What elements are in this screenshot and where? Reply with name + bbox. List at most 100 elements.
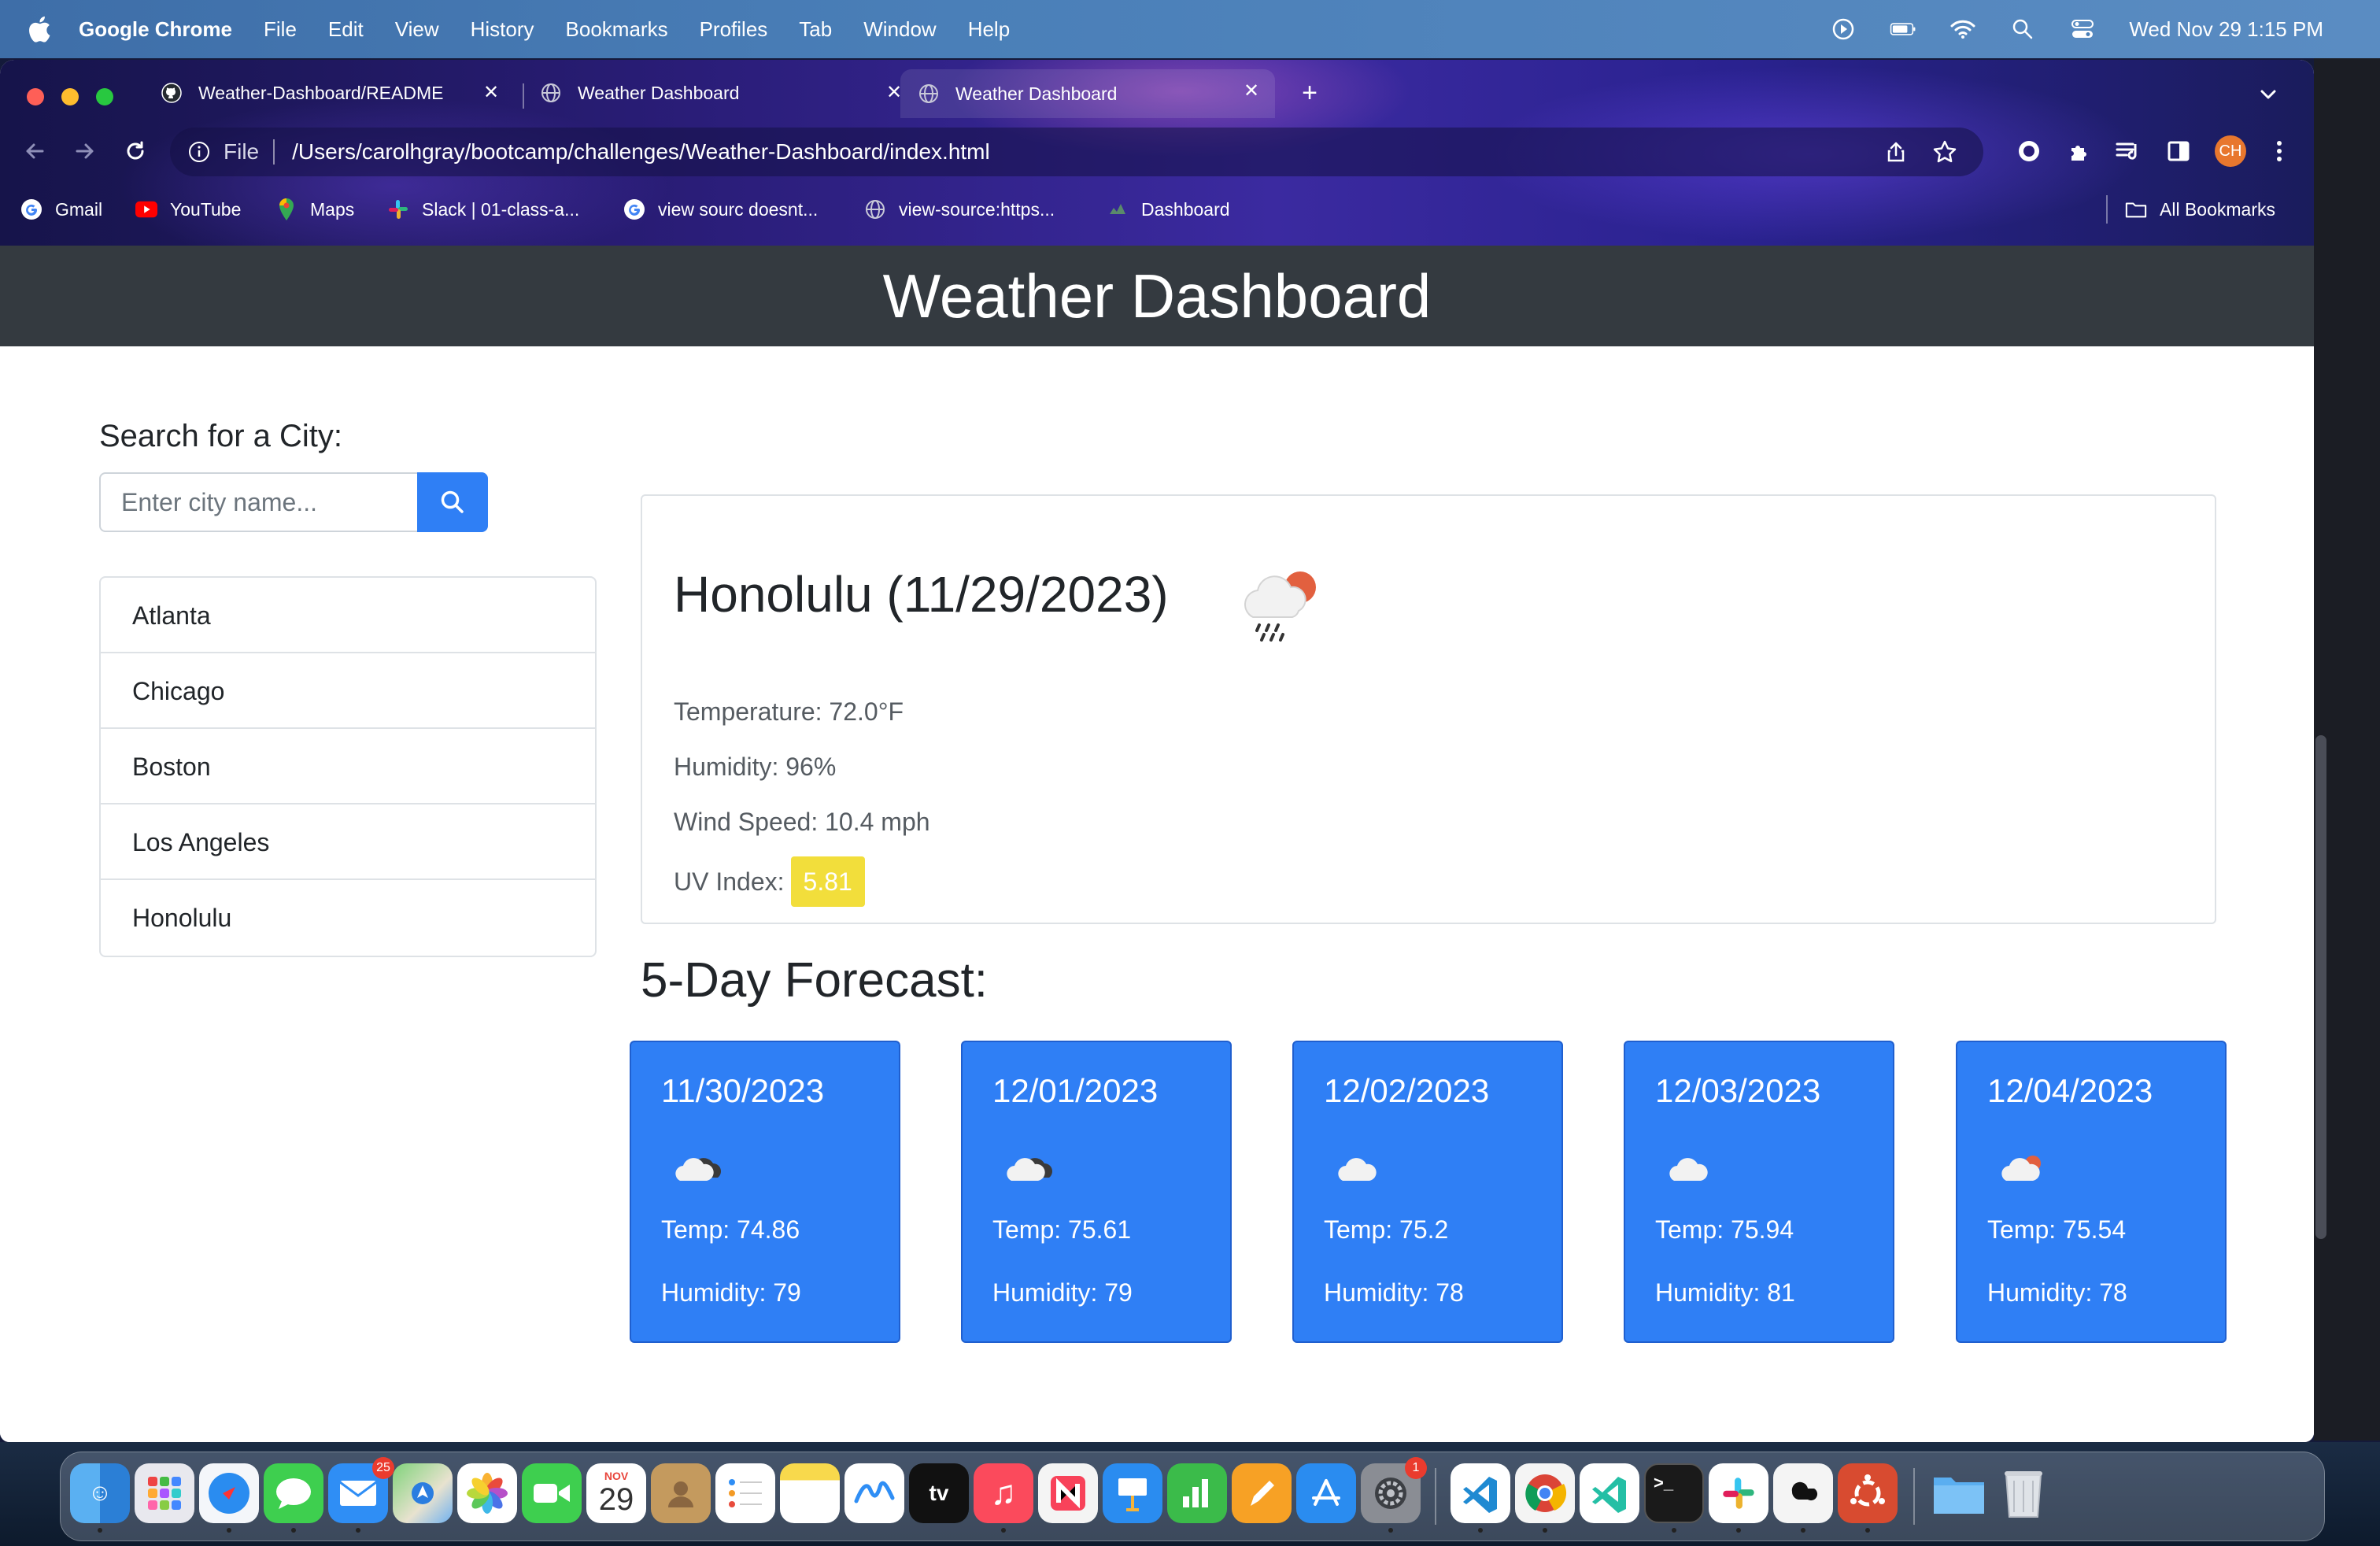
play-icon[interactable] — [1830, 17, 1857, 41]
safari-icon[interactable] — [199, 1463, 259, 1523]
address-url[interactable]: /Users/carolhgray/bootcamp/challenges/We… — [292, 139, 990, 165]
news-icon[interactable] — [1038, 1463, 1098, 1523]
calendar-icon[interactable]: NOV 29 — [586, 1463, 646, 1523]
menu-bookmarks[interactable]: Bookmarks — [566, 17, 668, 42]
menu-file[interactable]: File — [264, 17, 297, 42]
running-indicator — [1388, 1528, 1393, 1533]
uv-badge: 5.81 — [790, 856, 865, 907]
tab-weather-dashboard-1[interactable]: Weather Dashboard ✕ — [540, 71, 918, 115]
trash-icon[interactable] — [1994, 1463, 2053, 1523]
facetime-icon[interactable] — [522, 1463, 582, 1523]
github-desktop-icon[interactable] — [1773, 1463, 1833, 1523]
photos-icon[interactable] — [457, 1463, 517, 1523]
launchpad-icon[interactable] — [135, 1463, 194, 1523]
city-item-chicago[interactable]: Chicago — [101, 653, 595, 729]
menu-clock[interactable]: Wed Nov 29 1:15 PM — [2129, 17, 2323, 42]
city-item-boston[interactable]: Boston — [101, 729, 595, 804]
vscode-icon[interactable] — [1451, 1463, 1510, 1523]
window-zoom-button[interactable] — [96, 88, 113, 105]
bookmark-dashboard[interactable]: Dashboard — [1107, 197, 1230, 222]
chrome-menu-kebab-icon[interactable] — [2265, 137, 2293, 165]
broken-clouds-icon — [675, 1158, 721, 1181]
slack-icon[interactable] — [1709, 1463, 1768, 1523]
bookmark-view-source[interactable]: view-source:https... — [864, 197, 1055, 222]
ubuntu-icon[interactable] — [1838, 1463, 1898, 1523]
reminders-icon[interactable] — [715, 1463, 775, 1523]
mail-badge: 25 — [372, 1457, 394, 1479]
extensions-puzzle-icon[interactable] — [2065, 137, 2094, 165]
bookmark-maps[interactable]: Maps — [275, 197, 354, 222]
site-info-icon[interactable] — [187, 140, 211, 164]
menu-tab[interactable]: Tab — [799, 17, 832, 42]
tab-weather-dashboard-active[interactable]: Weather Dashboard ✕ — [900, 69, 1275, 118]
side-panel-icon[interactable] — [2164, 137, 2193, 165]
broken-clouds-icon — [1007, 1158, 1052, 1181]
current-weather-card: Honolulu (11/29/2023) Temperature: 72.0°… — [641, 494, 2216, 924]
tab-search-chevron-icon[interactable] — [2254, 80, 2282, 109]
battery-icon[interactable] — [1890, 17, 1916, 41]
youtube-icon — [135, 198, 157, 220]
terminal-icon[interactable]: >_ — [1644, 1463, 1704, 1523]
forecast-date: 12/01/2023 — [992, 1072, 1159, 1109]
window-close-button[interactable] — [27, 88, 44, 105]
vscode-insiders-icon[interactable] — [1580, 1463, 1639, 1523]
keynote-icon[interactable] — [1103, 1463, 1162, 1523]
tv-icon[interactable]: tv — [909, 1463, 969, 1523]
tab-close-icon[interactable]: ✕ — [1240, 80, 1262, 102]
current-uv-index: UV Index: 5.81 — [674, 856, 865, 907]
city-item-honolulu[interactable]: Honolulu — [101, 880, 595, 956]
menu-profiles[interactable]: Profiles — [700, 17, 768, 42]
extension-circle-icon[interactable] — [2015, 137, 2043, 165]
bookmark-view-sourc[interactable]: view sourc doesnt... — [623, 197, 818, 222]
bookmark-star-icon[interactable] — [1931, 139, 1958, 165]
background-window-scrollbar[interactable] — [2315, 735, 2326, 1239]
app-store-icon[interactable] — [1296, 1463, 1356, 1523]
city-item-atlanta[interactable]: Atlanta — [101, 578, 595, 653]
search-button[interactable] — [417, 472, 488, 532]
page-header: Weather Dashboard — [0, 246, 2314, 346]
forecast-temp: Temp: 75.54 — [1987, 1215, 2127, 1244]
spotlight-search-icon[interactable] — [2009, 17, 2036, 41]
bookmark-youtube[interactable]: YouTube — [135, 197, 241, 222]
tab-close-icon[interactable]: ✕ — [480, 82, 502, 104]
share-icon[interactable] — [1884, 140, 1908, 164]
window-minimize-button[interactable] — [61, 88, 79, 105]
forward-arrow-icon[interactable] — [68, 134, 102, 168]
apple-menu-icon[interactable] — [25, 14, 52, 44]
menu-help[interactable]: Help — [968, 17, 1010, 42]
wifi-icon[interactable] — [1949, 17, 1976, 41]
contacts-icon[interactable] — [651, 1463, 711, 1523]
chrome-icon[interactable] — [1515, 1463, 1575, 1523]
bookmark-gmail[interactable]: Gmail — [20, 197, 102, 222]
downloads-folder-icon[interactable] — [1929, 1463, 1989, 1523]
menu-view[interactable]: View — [395, 17, 439, 42]
new-tab-plus-icon[interactable]: + — [1294, 77, 1325, 109]
bookmark-slack[interactable]: Slack | 01-class-a... — [387, 197, 579, 222]
maps-icon[interactable] — [393, 1463, 453, 1523]
reload-icon[interactable] — [118, 134, 153, 168]
all-bookmarks-button[interactable]: All Bookmarks — [2125, 197, 2275, 222]
forecast-humidity: Humidity: 79 — [661, 1278, 801, 1307]
reading-list-icon[interactable] — [2114, 137, 2142, 165]
background-window — [2314, 58, 2380, 1441]
menu-history[interactable]: History — [471, 17, 534, 42]
menu-window[interactable]: Window — [863, 17, 936, 42]
numbers-icon[interactable] — [1167, 1463, 1227, 1523]
music-icon[interactable]: ♫ — [974, 1463, 1033, 1523]
notes-icon[interactable] — [780, 1463, 840, 1523]
address-bar[interactable]: File /Users/carolhgray/bootcamp/challeng… — [170, 128, 1983, 176]
back-arrow-icon[interactable] — [17, 134, 52, 168]
pages-icon[interactable] — [1232, 1463, 1292, 1523]
profile-avatar[interactable]: CH — [2215, 135, 2246, 167]
menu-app-name[interactable]: Google Chrome — [79, 17, 232, 42]
city-search-input[interactable] — [99, 472, 417, 532]
messages-icon[interactable] — [264, 1463, 323, 1523]
menu-edit[interactable]: Edit — [328, 17, 364, 42]
forecast-date: 12/04/2023 — [1987, 1072, 2153, 1109]
bookmark-label: view-source:https... — [899, 198, 1055, 220]
city-item-los-angeles[interactable]: Los Angeles — [101, 804, 595, 880]
tab-readme[interactable]: Weather-Dashboard/README ✕ — [161, 71, 515, 115]
control-center-icon[interactable] — [2069, 17, 2096, 41]
freeform-icon[interactable] — [844, 1463, 904, 1523]
finder-icon[interactable]: ☺ — [70, 1463, 130, 1523]
